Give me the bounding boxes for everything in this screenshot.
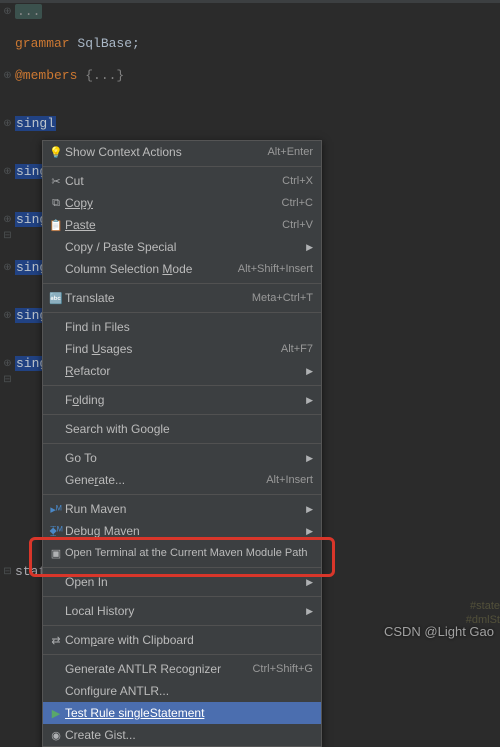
chevron-right-icon: ▶ (303, 606, 313, 617)
menu-find-in-files[interactable]: Find in Files (43, 316, 321, 338)
menu-create-gist[interactable]: ◉ Create Gist... (43, 724, 321, 746)
chevron-right-icon: ▶ (303, 526, 313, 537)
menu-paste[interactable]: 📋 Paste Ctrl+V (43, 214, 321, 236)
terminal-icon: ▣ (47, 545, 65, 561)
copy-icon: ⧉ (47, 195, 65, 211)
fold-marker[interactable]: ... (15, 4, 42, 19)
diff-icon: ⇄ (47, 632, 65, 648)
menu-refactor[interactable]: Refactor ▶ (43, 360, 321, 382)
selected-rule: singl (15, 116, 56, 131)
chevron-right-icon: ▶ (303, 453, 313, 464)
maven-debug-icon: ⧱ᴹ (47, 523, 65, 539)
inline-hints: #state #dmlSt (466, 599, 500, 627)
chevron-right-icon: ▶ (303, 577, 313, 588)
menu-show-context-actions[interactable]: 💡 Show Context Actions Alt+Enter (43, 141, 321, 163)
github-icon: ◉ (47, 727, 65, 743)
menu-column-selection-mode[interactable]: Column Selection Mode Alt+Shift+Insert (43, 258, 321, 280)
chevron-right-icon: ▶ (303, 366, 313, 377)
menu-generate-antlr[interactable]: Generate ANTLR Recognizer Ctrl+Shift+G (43, 658, 321, 680)
menu-folding[interactable]: Folding ▶ (43, 389, 321, 411)
menu-open-in[interactable]: Open In ▶ (43, 571, 321, 593)
translate-icon: 🔤 (47, 290, 65, 306)
menu-search-google[interactable]: Search with Google (43, 418, 321, 440)
menu-copy[interactable]: ⧉ Copy Ctrl+C (43, 192, 321, 214)
context-menu: 💡 Show Context Actions Alt+Enter ✂ Cut C… (42, 140, 322, 747)
keyword-members: @members (15, 68, 77, 83)
menu-compare-clipboard[interactable]: ⇄ Compare with Clipboard (43, 629, 321, 651)
menu-translate[interactable]: 🔤 Translate Meta+Ctrl+T (43, 287, 321, 309)
menu-find-usages[interactable]: Find Usages Alt+F7 (43, 338, 321, 360)
scissors-icon: ✂ (47, 173, 65, 189)
menu-local-history[interactable]: Local History ▶ (43, 600, 321, 622)
menu-copy-paste-special[interactable]: Copy / Paste Special ▶ (43, 236, 321, 258)
keyword-grammar: grammar (15, 36, 70, 51)
menu-open-terminal[interactable]: ▣ Open Terminal at the Current Maven Mod… (43, 542, 321, 564)
chevron-right-icon: ▶ (303, 242, 313, 253)
chevron-right-icon: ▶ (303, 504, 313, 515)
watermark: CSDN @Light Gao (384, 624, 494, 639)
chevron-right-icon: ▶ (303, 395, 313, 406)
menu-test-rule[interactable]: ▶ Test Rule singleStatement (43, 702, 321, 724)
maven-run-icon: ▸ᴹ (47, 501, 65, 517)
menu-debug-maven[interactable]: ⧱ᴹ Debug Maven ▶ (43, 520, 321, 542)
play-icon: ▶ (47, 705, 65, 721)
menu-generate[interactable]: Generate... Alt+Insert (43, 469, 321, 491)
menu-cut[interactable]: ✂ Cut Ctrl+X (43, 170, 321, 192)
menu-run-maven[interactable]: ▸ᴹ Run Maven ▶ (43, 498, 321, 520)
menu-go-to[interactable]: Go To ▶ (43, 447, 321, 469)
bulb-icon: 💡 (47, 144, 65, 160)
paste-icon: 📋 (47, 217, 65, 233)
menu-configure-antlr[interactable]: Configure ANTLR... (43, 680, 321, 702)
